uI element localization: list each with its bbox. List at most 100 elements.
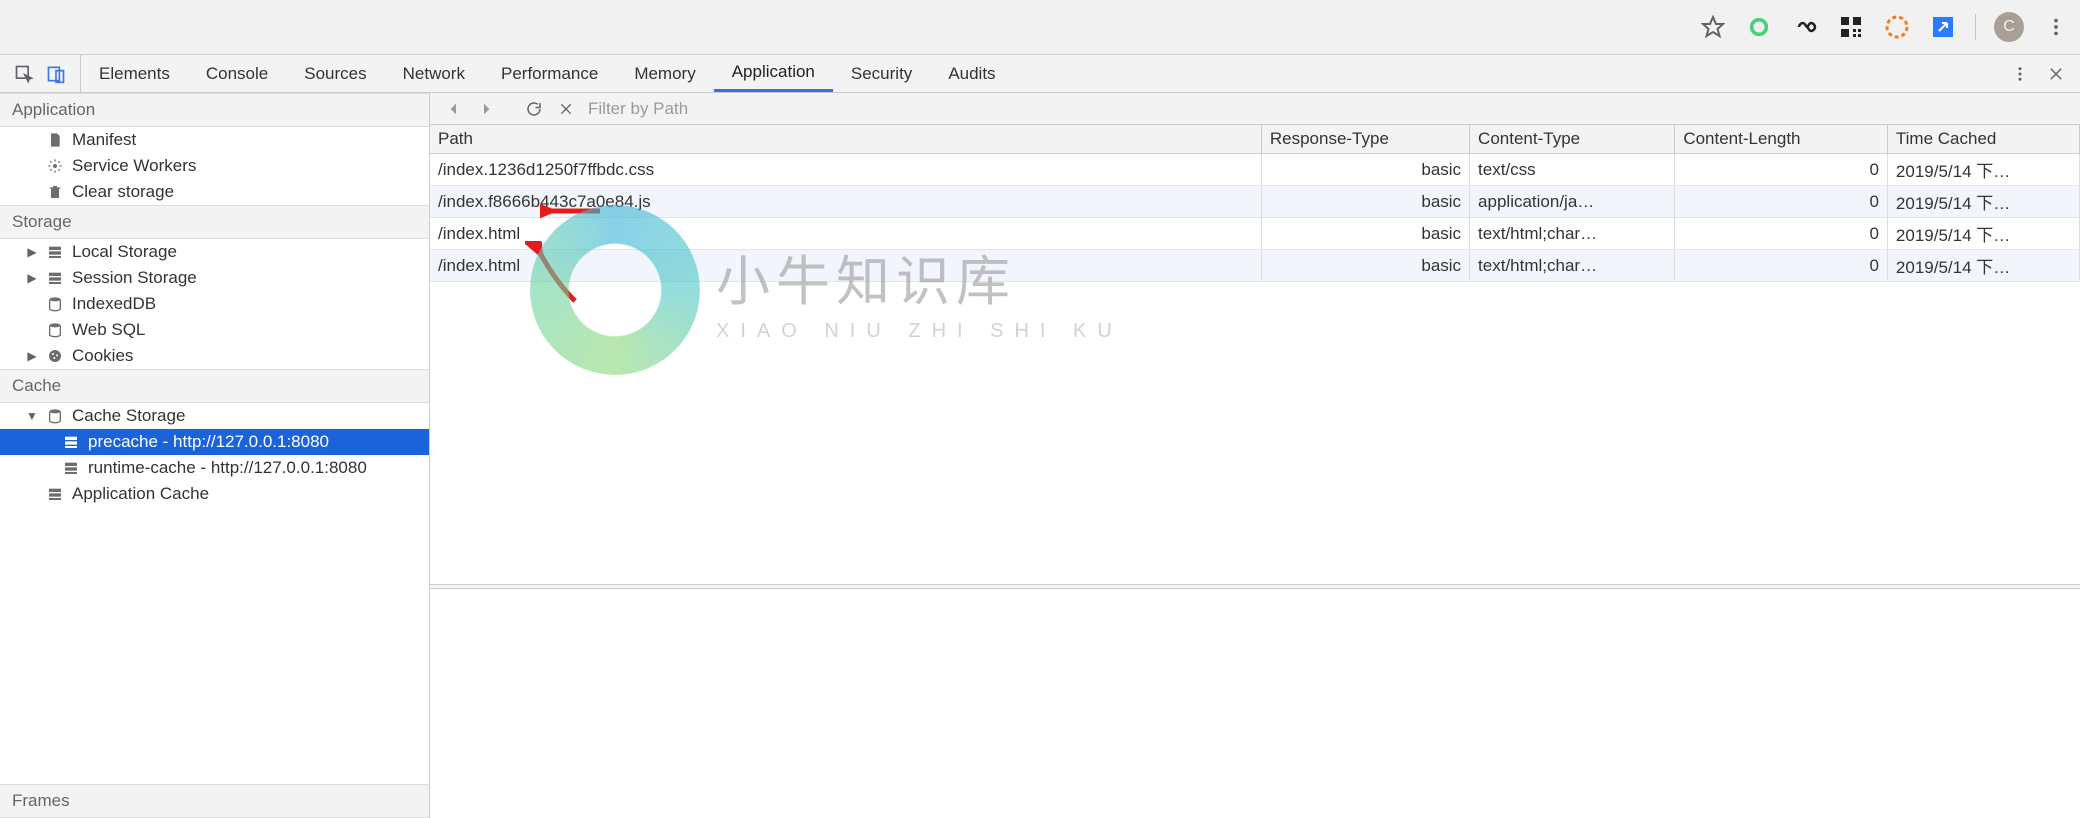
orange-ext-icon[interactable] [1883,13,1911,41]
cell-time-cached: 2019/5/14 下… [1887,154,2079,186]
cache-table-wrap: Path Response-Type Content-Type Content-… [430,125,2080,584]
tab-audits[interactable]: Audits [930,55,1013,92]
sidebar-item-label: Cache Storage [72,406,185,426]
sidebar-item-label: Local Storage [72,242,177,262]
cell-content-length: 0 [1675,154,1888,186]
cache-toolbar [430,93,2080,125]
star-icon[interactable] [1699,13,1727,41]
blue-ext-icon[interactable] [1929,13,1957,41]
infinity-ext-icon[interactable] [1791,13,1819,41]
cell-content-type: text/html;char… [1470,218,1675,250]
col-header-path[interactable]: Path [430,125,1261,154]
cell-time-cached: 2019/5/14 下… [1887,218,2079,250]
col-header-time-cached[interactable]: Time Cached [1887,125,2079,154]
gear-icon [46,157,64,175]
sidebar-item-clear-storage[interactable]: Clear storage [0,179,429,205]
sidebar-item-label: Web SQL [72,320,145,340]
kebab-menu-icon[interactable] [2042,13,2070,41]
col-header-content-type[interactable]: Content-Type [1470,125,1675,154]
sidebar-item-cookies[interactable]: ▶ Cookies [0,343,429,369]
expand-icon[interactable]: ▶ [26,271,38,285]
sidebar-item-label: runtime-cache - http://127.0.0.1:8080 [88,458,367,478]
sidebar-item-label: Cookies [72,346,133,366]
cell-content-length: 0 [1675,186,1888,218]
cell-response-type: basic [1261,154,1469,186]
devtools-tabs: Elements Console Sources Network Perform… [81,55,1996,92]
table-row[interactable]: /index.html basic text/html;char… 0 2019… [430,218,2080,250]
watermark-pinyin: XIAO NIU ZHI SHI KU [716,320,1123,343]
tab-network[interactable]: Network [385,55,483,92]
table-header-row: Path Response-Type Content-Type Content-… [430,125,2080,154]
sidebar-item-application-cache[interactable]: Application Cache [0,481,429,507]
col-header-content-length[interactable]: Content-Length [1675,125,1888,154]
preview-pane-empty [430,589,2080,818]
devtools-kebab-icon[interactable] [2010,64,2030,84]
tab-elements[interactable]: Elements [81,55,188,92]
circle-ext-icon[interactable] [1745,13,1773,41]
cell-time-cached: 2019/5/14 下… [1887,250,2079,282]
sidebar-item-websql[interactable]: Web SQL [0,317,429,343]
sidebar-group-application: Application [0,93,429,127]
cell-content-type: text/css [1470,154,1675,186]
delete-icon[interactable] [556,99,576,119]
cell-response-type: basic [1261,218,1469,250]
database-icon [46,295,64,313]
sidebar-item-label: Manifest [72,130,136,150]
cell-path: /index.f8666b443c7a0e84.js [430,186,1261,218]
cell-content-type: text/html;char… [1470,250,1675,282]
expand-icon[interactable]: ▶ [26,245,38,259]
cell-path: /index.1236d1250f7ffbdc.css [430,154,1261,186]
sidebar-item-label: IndexedDB [72,294,156,314]
tab-performance[interactable]: Performance [483,55,616,92]
sidebar-item-label: Application Cache [72,484,209,504]
cell-response-type: basic [1261,186,1469,218]
sidebar-item-label: Session Storage [72,268,197,288]
expand-icon[interactable]: ▶ [26,349,38,363]
sidebar-group-storage: Storage [0,205,429,239]
tab-console[interactable]: Console [188,55,286,92]
devtools-close-icon[interactable] [2046,64,2066,84]
sidebar-item-session-storage[interactable]: ▶ Session Storage [0,265,429,291]
tab-security[interactable]: Security [833,55,930,92]
table-row[interactable]: /index.html basic text/html;char… 0 2019… [430,250,2080,282]
prev-icon[interactable] [444,99,464,119]
table-row[interactable]: /index.1236d1250f7ffbdc.css basic text/c… [430,154,2080,186]
sidebar-item-service-workers[interactable]: Service Workers [0,153,429,179]
profile-avatar[interactable]: C [1994,12,2024,42]
sidebar-group-frames: Frames [0,784,429,818]
sidebar-item-precache[interactable]: precache - http://127.0.0.1:8080 [0,429,429,455]
cell-content-length: 0 [1675,218,1888,250]
application-sidebar: Application Manifest Service Workers Cle… [0,93,430,818]
sidebar-group-cache: Cache [0,369,429,403]
device-toolbar-icon[interactable] [46,64,66,84]
tab-application[interactable]: Application [714,55,833,92]
cell-content-type: application/ja… [1470,186,1675,218]
cookie-icon [46,347,64,365]
next-icon[interactable] [476,99,496,119]
sidebar-item-manifest[interactable]: Manifest [0,127,429,153]
sidebar-item-local-storage[interactable]: ▶ Local Storage [0,239,429,265]
devtools-tabbar: Elements Console Sources Network Perform… [0,55,2080,93]
database-icon [46,321,64,339]
sidebar-item-indexeddb[interactable]: IndexedDB [0,291,429,317]
sidebar-item-label: precache - http://127.0.0.1:8080 [88,432,329,452]
cell-content-length: 0 [1675,250,1888,282]
database-icon [46,407,64,425]
trash-icon [46,183,64,201]
refresh-icon[interactable] [524,99,544,119]
sidebar-item-cache-storage[interactable]: ▼ Cache Storage [0,403,429,429]
toolbar-divider [1975,14,1976,40]
grid-icon [62,459,80,477]
tab-memory[interactable]: Memory [616,55,713,92]
col-header-response-type[interactable]: Response-Type [1261,125,1469,154]
grid-icon [46,243,64,261]
inspect-element-icon[interactable] [14,64,34,84]
table-row[interactable]: /index.f8666b443c7a0e84.js basic applica… [430,186,2080,218]
cell-path: /index.html [430,250,1261,282]
cell-response-type: basic [1261,250,1469,282]
filter-input[interactable] [588,95,1008,123]
collapse-icon[interactable]: ▼ [26,409,38,423]
qrcode-ext-icon[interactable] [1837,13,1865,41]
sidebar-item-runtime-cache[interactable]: runtime-cache - http://127.0.0.1:8080 [0,455,429,481]
tab-sources[interactable]: Sources [286,55,384,92]
